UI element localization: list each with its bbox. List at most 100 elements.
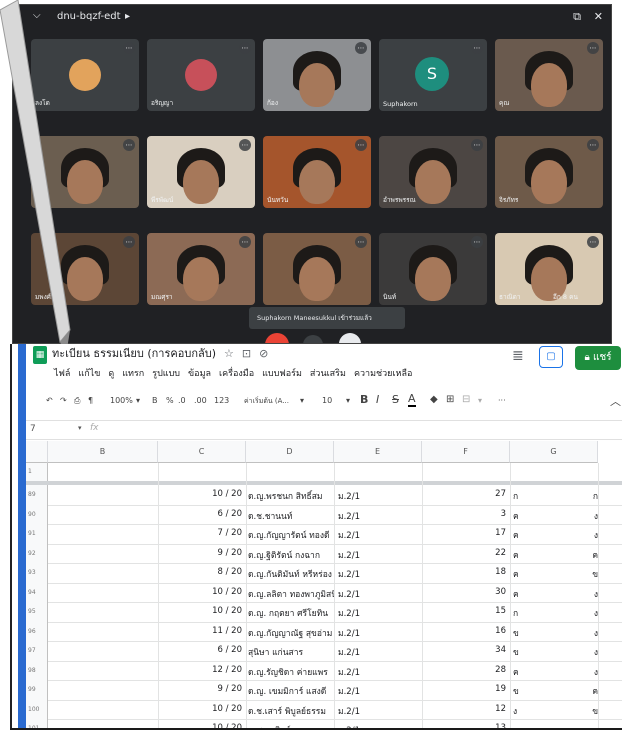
row-number[interactable]: 98 bbox=[26, 660, 48, 680]
column-header[interactable]: F bbox=[422, 441, 510, 463]
table-cell[interactable]: ด.ญ.ฐิติรัตน์ กงฉาก bbox=[248, 548, 334, 562]
table-cell[interactable]: 3 bbox=[422, 509, 506, 519]
table-cell[interactable]: ง bbox=[578, 626, 598, 640]
table-cell[interactable]: ค bbox=[513, 665, 533, 679]
fill-color-icon[interactable]: ◆ bbox=[430, 394, 438, 405]
table-cell[interactable]: 15 bbox=[422, 606, 506, 616]
table-cell[interactable]: ค bbox=[578, 684, 598, 698]
row-number[interactable]: 1 bbox=[26, 463, 48, 481]
table-cell[interactable]: 28 bbox=[422, 665, 506, 675]
sheets-logo-icon[interactable]: ▦ bbox=[33, 346, 47, 364]
table-cell[interactable]: ม.2/1 bbox=[338, 509, 422, 523]
column-header[interactable]: C bbox=[158, 441, 246, 463]
table-cell[interactable]: ง bbox=[578, 665, 598, 679]
participant-tile[interactable]: ⋯ จิรภัทร bbox=[495, 136, 603, 208]
text-color-button[interactable]: A bbox=[408, 392, 416, 407]
row-number[interactable]: 90 bbox=[26, 504, 48, 524]
row-number[interactable]: 89 bbox=[26, 485, 48, 505]
table-cell[interactable]: 19 bbox=[422, 684, 506, 694]
increase-decimal-button[interactable]: .00 bbox=[194, 396, 207, 405]
table-cell[interactable]: ข bbox=[513, 626, 533, 640]
table-cell[interactable]: ด.ญ.รัญชิดา ค่ายแพร bbox=[248, 665, 334, 679]
share-button[interactable]: 🔒︎ แชร์ bbox=[575, 346, 621, 370]
table-cell[interactable]: 10 / 20 bbox=[158, 489, 242, 499]
font-size-select[interactable]: 10 bbox=[322, 396, 332, 405]
table-cell[interactable]: 6 / 20 bbox=[158, 509, 243, 519]
table-cell[interactable]: ม.2/1 bbox=[338, 645, 422, 659]
present-button[interactable]: ▢ bbox=[539, 346, 563, 368]
table-cell[interactable]: 9 / 20 bbox=[158, 548, 243, 558]
collapse-icon[interactable]: ︿ bbox=[610, 393, 621, 409]
menu-item[interactable]: แทรก bbox=[122, 369, 144, 379]
menu-item[interactable]: ส่วนเสริม bbox=[310, 369, 346, 379]
table-cell[interactable]: ก bbox=[578, 489, 598, 503]
undo-icon[interactable]: ↶ bbox=[46, 396, 53, 405]
table-cell[interactable]: ด.ญ.กัญญาณัฐ สุขอ่าม bbox=[248, 626, 334, 640]
move-icon[interactable]: ⊡ bbox=[242, 347, 251, 360]
table-cell[interactable]: ม.2/1 bbox=[338, 548, 422, 562]
participant-tile[interactable]: ⋯ พีรพัฒน์ bbox=[147, 136, 255, 208]
table-cell[interactable]: 9 / 20 bbox=[158, 684, 243, 694]
table-cell[interactable]: ม.2/1 bbox=[338, 567, 422, 581]
table-cell[interactable]: สุนิษา แก่นสาร bbox=[248, 645, 334, 659]
table-cell[interactable]: 6 / 20 bbox=[158, 645, 243, 655]
zoom-select[interactable]: 100% bbox=[110, 396, 133, 405]
row-number[interactable]: 91 bbox=[26, 524, 48, 544]
menu-item[interactable]: แบบฟอร์ม bbox=[262, 369, 302, 379]
table-cell[interactable]: ม.2/1 bbox=[338, 684, 422, 698]
chevron-down-icon[interactable]: ⌵ bbox=[33, 10, 41, 21]
table-cell[interactable]: ม.2/1 bbox=[338, 704, 422, 718]
table-cell[interactable]: 11 / 20 bbox=[158, 626, 242, 636]
participant-tile[interactable]: ⋯ นินท์ bbox=[379, 233, 487, 305]
table-cell[interactable]: ม.2/1 bbox=[338, 489, 422, 503]
table-cell[interactable]: ง bbox=[578, 587, 598, 601]
table-cell[interactable]: ค bbox=[513, 587, 533, 601]
table-cell[interactable]: ค bbox=[513, 509, 533, 523]
redo-icon[interactable]: ↷ bbox=[60, 396, 67, 405]
others-count[interactable]: อีก 8 คน bbox=[553, 292, 578, 302]
italic-button[interactable]: I bbox=[376, 393, 379, 406]
strikethrough-button[interactable]: S bbox=[392, 393, 399, 406]
table-cell[interactable]: ก bbox=[513, 489, 533, 503]
row-number[interactable]: 96 bbox=[26, 621, 48, 641]
table-cell[interactable]: ก bbox=[513, 606, 533, 620]
comments-icon[interactable]: ≣ bbox=[512, 348, 524, 364]
table-cell[interactable]: 34 bbox=[422, 645, 506, 655]
menu-item[interactable]: ความช่วยเหลือ bbox=[354, 369, 412, 379]
number-format-button[interactable]: 123 bbox=[214, 396, 229, 405]
frozen-row-divider[interactable] bbox=[26, 481, 622, 485]
menu-item[interactable]: ข้อมูล bbox=[188, 369, 211, 379]
leave-call-button[interactable] bbox=[265, 333, 289, 343]
menu-item[interactable]: ดู bbox=[108, 369, 114, 379]
table-cell[interactable]: ข bbox=[513, 645, 533, 659]
table-cell[interactable]: ด.ช.ชานนท์ bbox=[248, 509, 334, 523]
table-cell[interactable]: ข bbox=[513, 684, 533, 698]
table-cell[interactable]: ด.ญ.พรชนก สิทธิ์สม bbox=[248, 489, 334, 503]
column-header[interactable]: E bbox=[334, 441, 422, 463]
mic-off-icon[interactable]: ✕ bbox=[594, 10, 603, 23]
table-cell[interactable]: ง bbox=[578, 645, 598, 659]
table-cell[interactable]: ด.ญ. กฤตยา ศรีโยทิน bbox=[248, 606, 334, 620]
table-cell[interactable]: ค bbox=[513, 528, 533, 542]
column-header[interactable]: G bbox=[510, 441, 598, 463]
table-cell[interactable]: 27 bbox=[422, 489, 506, 499]
captions-icon[interactable]: ⧉ bbox=[573, 10, 581, 24]
row-number[interactable]: 94 bbox=[26, 582, 48, 602]
table-cell[interactable]: ค bbox=[513, 548, 533, 562]
participant-tile[interactable]: ⋯ อริญญา bbox=[147, 39, 255, 111]
table-cell[interactable]: ง bbox=[578, 528, 598, 542]
row-number[interactable]: 95 bbox=[26, 602, 48, 622]
document-title[interactable]: ทะเบียน ธรรมเนียบ (การคอบกลับ) ☆ ⊡ ⊘ bbox=[52, 344, 268, 364]
participant-tile[interactable]: ⋯ ก้อง bbox=[263, 39, 371, 111]
participant-tile[interactable]: ⋯ tira bbox=[31, 136, 139, 208]
menu-item[interactable]: ไฟล์ bbox=[54, 369, 70, 379]
table-cell[interactable]: ด.ญ.กัญญารัตน์ ทองดี bbox=[248, 528, 334, 542]
table-cell[interactable]: ง bbox=[513, 704, 533, 718]
table-cell[interactable]: 10 / 20 bbox=[158, 587, 242, 597]
star-icon[interactable]: ☆ bbox=[224, 347, 234, 360]
bold-button[interactable]: B bbox=[360, 393, 368, 406]
table-cell[interactable]: 7 / 20 bbox=[158, 528, 243, 538]
font-select[interactable]: ค่าเริ่มต้น (A... bbox=[244, 396, 289, 407]
participant-tile[interactable]: ⋯ ธาณิดา อีก 8 คน bbox=[495, 233, 603, 305]
participant-tile[interactable]: ⋯ คุณ bbox=[495, 39, 603, 111]
